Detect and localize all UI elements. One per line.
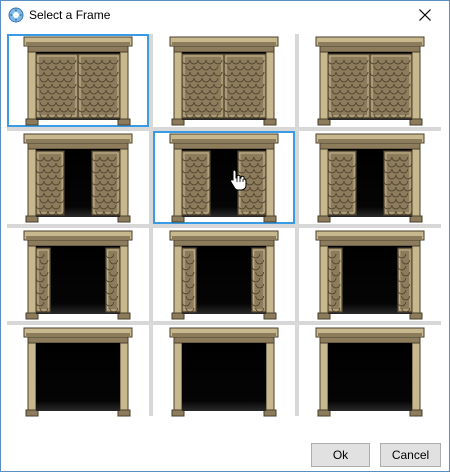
frame-cell[interactable] bbox=[7, 325, 149, 418]
frame-cell[interactable] bbox=[7, 131, 149, 224]
frame-cell[interactable] bbox=[299, 228, 441, 321]
door-frame-image bbox=[23, 133, 133, 223]
frame-cell[interactable] bbox=[299, 131, 441, 224]
door-frame-image bbox=[23, 36, 133, 126]
select-frame-dialog: Select a Frame Ok Cancel bbox=[0, 0, 450, 472]
frame-cell[interactable] bbox=[153, 325, 295, 418]
frame-cell[interactable] bbox=[153, 34, 295, 127]
close-button[interactable] bbox=[403, 1, 449, 30]
door-frame-image bbox=[315, 36, 425, 126]
frame-cell[interactable] bbox=[7, 34, 149, 127]
frame-grid bbox=[7, 34, 441, 418]
frame-cell[interactable] bbox=[7, 228, 149, 321]
hand-pointer-icon bbox=[230, 169, 247, 191]
title-bar: Select a Frame bbox=[1, 1, 449, 30]
frame-cell[interactable] bbox=[153, 228, 295, 321]
door-frame-image bbox=[23, 327, 133, 417]
door-frame-image bbox=[315, 133, 425, 223]
cancel-button[interactable]: Cancel bbox=[380, 443, 441, 467]
door-frame-image bbox=[315, 230, 425, 320]
close-icon bbox=[419, 9, 431, 21]
frame-cell[interactable] bbox=[153, 131, 295, 224]
ok-button[interactable]: Ok bbox=[311, 443, 370, 467]
door-frame-image bbox=[315, 327, 425, 417]
dialog-title: Select a Frame bbox=[29, 8, 111, 22]
door-frame-image bbox=[169, 230, 279, 320]
door-frame-image bbox=[169, 36, 279, 126]
frame-cell[interactable] bbox=[299, 325, 441, 418]
door-frame-image bbox=[169, 133, 279, 223]
door-frame-image bbox=[23, 230, 133, 320]
frame-cell[interactable] bbox=[299, 34, 441, 127]
app-icon bbox=[8, 7, 24, 23]
door-frame-image bbox=[169, 327, 279, 417]
